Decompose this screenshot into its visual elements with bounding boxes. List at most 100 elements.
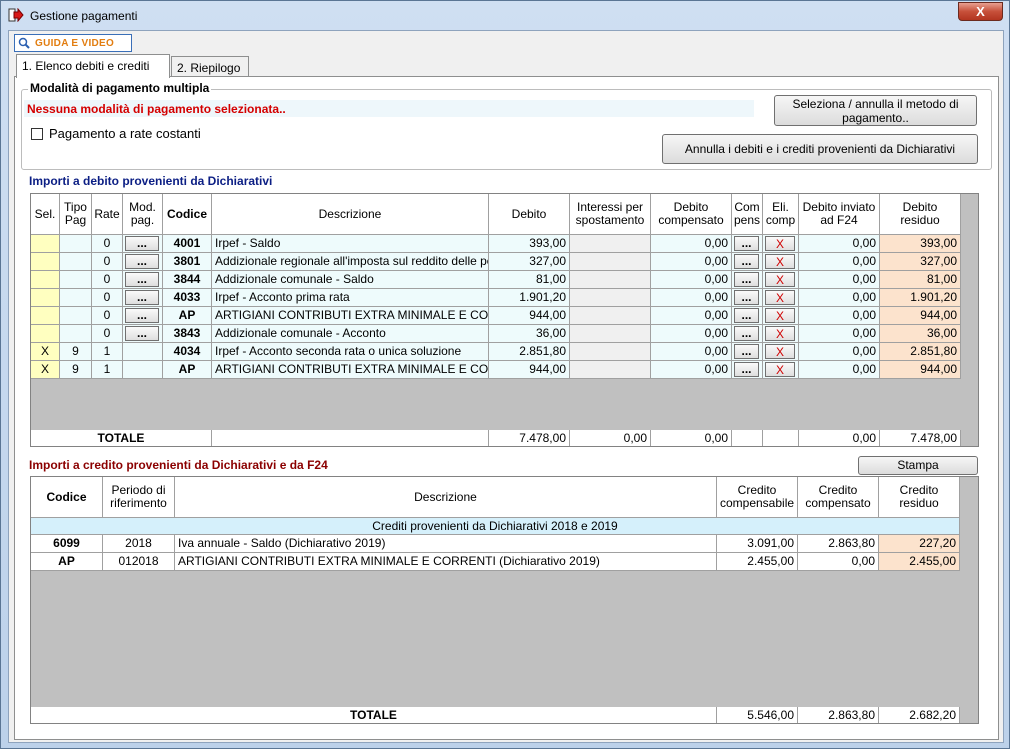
cell-elim: X (763, 235, 799, 253)
cell-sel[interactable] (31, 325, 60, 343)
cell-inviato: 0,00 (799, 343, 880, 361)
cell-sel[interactable] (31, 235, 60, 253)
payment-mode-button[interactable]: ... (125, 308, 159, 323)
cancel-debits-credits-button[interactable]: Annulla i debiti e i crediti provenienti… (662, 134, 978, 164)
print-button[interactable]: Stampa (858, 456, 978, 475)
credits-section-title: Importi a credito provenienti da Dichiar… (29, 458, 328, 472)
cell-debito: 393,00 (489, 235, 570, 253)
remove-compensation-button[interactable]: X (765, 236, 795, 251)
debits-total-interessi: 0,00 (570, 430, 651, 446)
cell-rate: 1 (92, 361, 123, 379)
payment-mode-group: Modalità di pagamento multipla Nessuna m… (21, 81, 992, 170)
cell-debito: 327,00 (489, 253, 570, 271)
col-header-descrizione: Descrizione (212, 194, 489, 235)
cell-inviato: 0,00 (799, 289, 880, 307)
debits-section-title: Importi a debito provenienti da Dichiara… (29, 174, 273, 188)
compensate-button[interactable]: ... (734, 344, 759, 359)
cell-codice: 3843 (163, 325, 212, 343)
col-header-inviato-f24: Debito inviato ad F24 (799, 194, 880, 235)
credit-cell-residuo: 2.455,00 (879, 553, 960, 571)
credit-group-row: Crediti provenienti da Dichiarativi 2018… (31, 518, 960, 535)
cell-debito: 2.851,80 (489, 343, 570, 361)
remove-compensation-button[interactable]: X (765, 362, 795, 377)
cell-compensato: 0,00 (651, 235, 732, 253)
debits-total-blank (212, 430, 489, 446)
cell-interessi (570, 289, 651, 307)
cell-sel[interactable] (31, 271, 60, 289)
compensate-button[interactable]: ... (734, 236, 759, 251)
cell-inviato: 0,00 (799, 325, 880, 343)
select-payment-method-button[interactable]: Seleziona / annulla il metodo di pagamen… (774, 95, 977, 126)
cell-compens: ... (732, 271, 763, 289)
compensate-button[interactable]: ... (734, 290, 759, 305)
credit-cell-compensato: 0,00 (798, 553, 879, 571)
cell-mod: ... (123, 289, 163, 307)
cell-rate: 0 (92, 289, 123, 307)
compensate-button[interactable]: ... (734, 308, 759, 323)
cell-elim: X (763, 325, 799, 343)
tab-elenco[interactable]: 1. Elenco debiti e crediti (16, 54, 170, 78)
cell-sel[interactable]: X (31, 343, 60, 361)
compensate-button[interactable]: ... (734, 272, 759, 287)
col-header-mod-pag: Mod. pag. (123, 194, 163, 235)
cell-inviato: 0,00 (799, 307, 880, 325)
debits-total-debito: 7.478,00 (489, 430, 570, 446)
compensate-button[interactable]: ... (734, 362, 759, 377)
cell-tipo: 9 (60, 343, 92, 361)
compensate-button[interactable]: ... (734, 326, 759, 341)
cell-debito: 944,00 (489, 361, 570, 379)
window-title: Gestione pagamenti (30, 9, 138, 23)
cell-rate: 0 (92, 253, 123, 271)
remove-compensation-button[interactable]: X (765, 272, 795, 287)
cell-descrizione: ARTIGIANI CONTRIBUTI EXTRA MINIMALE E CO… (212, 361, 489, 379)
credit-col-header-residuo: Credito residuo (879, 477, 960, 518)
remove-compensation-button[interactable]: X (765, 326, 795, 341)
cell-mod: ... (123, 253, 163, 271)
close-button[interactable]: X (958, 2, 1003, 21)
guide-video-button[interactable]: GUIDA E VIDEO (14, 34, 132, 52)
cell-compensato: 0,00 (651, 325, 732, 343)
cell-sel[interactable] (31, 307, 60, 325)
credit-col-header-compensato: Credito compensato (798, 477, 879, 518)
rate-costanti-checkbox[interactable] (31, 128, 43, 140)
credit-col-header-descrizione: Descrizione (175, 477, 717, 518)
cell-residuo: 36,00 (880, 325, 961, 343)
cell-tipo (60, 325, 92, 343)
credits-total-compensabile: 5.546,00 (717, 707, 798, 723)
cell-residuo: 327,00 (880, 253, 961, 271)
payment-mode-button[interactable]: ... (125, 326, 159, 341)
magnifier-icon (18, 37, 30, 49)
cell-rate: 1 (92, 343, 123, 361)
debits-total-compensato: 0,00 (651, 430, 732, 446)
cell-descrizione: Irpef - Acconto seconda rata o unica sol… (212, 343, 489, 361)
credit-col-header-periodo: Periodo di riferimento (103, 477, 175, 518)
payment-mode-button[interactable]: ... (125, 272, 159, 287)
cell-compensato: 0,00 (651, 271, 732, 289)
credit-cell-descrizione: ARTIGIANI CONTRIBUTI EXTRA MINIMALE E CO… (175, 553, 717, 571)
payment-mode-button[interactable]: ... (125, 236, 159, 251)
remove-compensation-button[interactable]: X (765, 308, 795, 323)
cell-inviato: 0,00 (799, 235, 880, 253)
tab-riepilogo[interactable]: 2. Riepilogo (171, 56, 249, 78)
compensate-button[interactable]: ... (734, 254, 759, 269)
cell-sel[interactable]: X (31, 361, 60, 379)
payment-mode-button[interactable]: ... (125, 254, 159, 269)
credits-table: Codice Periodo di riferimento Descrizion… (30, 476, 979, 724)
cell-sel[interactable] (31, 289, 60, 307)
debits-total-inviato: 0,00 (799, 430, 880, 446)
col-header-compensato: Debito compensato (651, 194, 732, 235)
payment-mode-button[interactable]: ... (125, 290, 159, 305)
cell-codice: 3844 (163, 271, 212, 289)
remove-compensation-button[interactable]: X (765, 290, 795, 305)
cell-interessi (570, 325, 651, 343)
remove-compensation-button[interactable]: X (765, 254, 795, 269)
cell-sel[interactable] (31, 253, 60, 271)
remove-compensation-button[interactable]: X (765, 344, 795, 359)
cell-descrizione: Irpef - Saldo (212, 235, 489, 253)
tab-panel: Modalità di pagamento multipla Nessuna m… (14, 76, 999, 740)
cell-debito: 81,00 (489, 271, 570, 289)
cell-compensato: 0,00 (651, 307, 732, 325)
cell-tipo: 9 (60, 361, 92, 379)
cell-compens: ... (732, 343, 763, 361)
debits-total-residuo: 7.478,00 (880, 430, 961, 446)
